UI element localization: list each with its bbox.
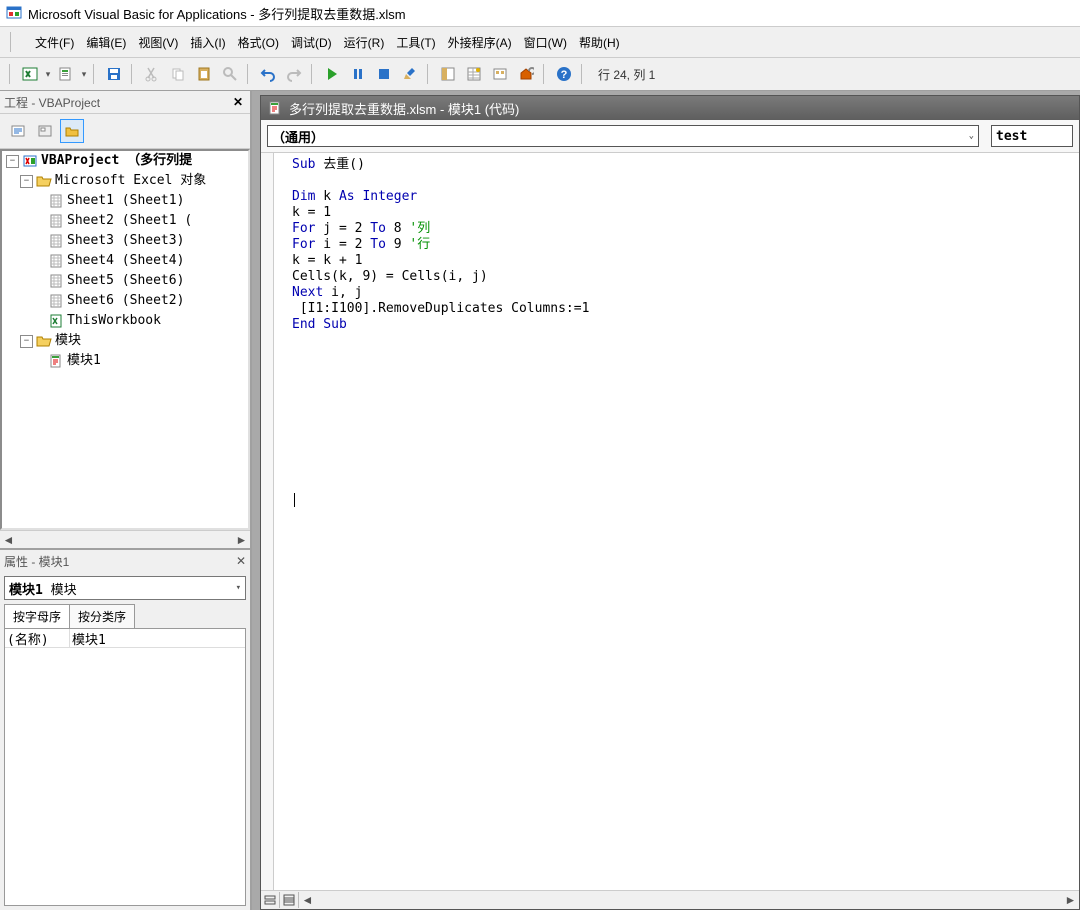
project-explorer-button[interactable] [436,62,460,86]
save-button[interactable] [102,62,126,86]
project-panel-close[interactable]: ✕ [230,94,246,110]
sheet-icon [48,293,64,309]
scroll-right-icon[interactable]: ► [1062,892,1079,908]
design-mode-button[interactable] [398,62,422,86]
folder-open-icon [36,173,52,189]
menu-debug[interactable]: 调试(D) [287,32,336,53]
menu-insert[interactable]: 插入(I) [186,32,229,53]
workbook-icon [48,313,64,329]
insert-module-button[interactable] [54,62,78,86]
titlebar: Microsoft Visual Basic for Applications … [0,0,1080,27]
cut-button[interactable] [140,62,164,86]
margin-indicator-bar[interactable] [261,153,274,890]
redo-button[interactable] [282,62,306,86]
left-dock: 工程 - VBAProject ✕ −VBAProject （多行列提 −Mic… [0,91,252,910]
module-icon [48,353,64,369]
sheet-icon [48,213,64,229]
menu-addins[interactable]: 外接程序(A) [444,32,516,53]
toolbar: ▾ ▾ ? 行 24, 列 1 [0,58,1080,91]
properties-object-combo[interactable]: 模块1 模块 ▾ [4,576,246,600]
module1-node[interactable]: 模块1 [67,351,101,371]
excel-objects-node[interactable]: Microsoft Excel 对象 [55,171,206,191]
expander-icon[interactable]: − [6,155,19,168]
view-object-button[interactable] [33,119,57,143]
sheet-node[interactable]: Sheet6 (Sheet2) [67,291,184,311]
project-panel-title: 工程 - VBAProject ✕ [0,91,250,114]
menu-view[interactable]: 视图(V) [134,32,182,53]
thisworkbook-node[interactable]: ThisWorkbook [67,311,161,331]
sheet-icon [48,193,64,209]
view-code-button[interactable] [6,119,30,143]
modules-folder-node[interactable]: 模块 [55,331,81,351]
menu-run[interactable]: 运行(R) [340,32,389,53]
menubar: 文件(F) 编辑(E) 视图(V) 插入(I) 格式(O) 调试(D) 运行(R… [0,27,1080,58]
properties-grid[interactable]: (名称) 模块1 [4,628,246,906]
menu-tools[interactable]: 工具(T) [392,32,439,53]
sheet-node[interactable]: Sheet1 (Sheet1) [67,191,184,211]
toggle-folders-button[interactable] [60,119,84,143]
project-hscroll[interactable]: ◄ ► [0,530,250,548]
sheet-node[interactable]: Sheet5 (Sheet6) [67,271,184,291]
run-button[interactable] [320,62,344,86]
object-browser-button[interactable] [488,62,512,86]
paste-button[interactable] [192,62,216,86]
scroll-left-icon[interactable]: ◄ [0,532,17,547]
sheet-icon [48,253,64,269]
cursor-position-status: 行 24, 列 1 [598,66,655,83]
copy-button[interactable] [166,62,190,86]
full-module-view-button[interactable] [280,892,299,908]
expander-icon[interactable]: − [20,175,33,188]
project-tree[interactable]: −VBAProject （多行列提 −Microsoft Excel 对象 Sh… [0,149,250,530]
chevron-down-icon: ⌄ [969,131,974,141]
procedure-view-button[interactable] [261,892,280,908]
expander-icon[interactable]: − [20,335,33,348]
menu-file[interactable]: 文件(F) [31,32,78,53]
tab-categorized[interactable]: 按分类序 [69,604,135,628]
sheet-node[interactable]: Sheet4 (Sheet4) [67,251,184,271]
vbaproject-icon [22,153,38,169]
properties-panel-title: 属性 - 模块1 ✕ [0,550,250,572]
code-editor[interactable]: Sub 去重() Dim k As Integer k = 1 For j = … [274,153,1079,890]
undo-button[interactable] [256,62,280,86]
property-row[interactable]: (名称) 模块1 [5,629,245,648]
menu-window[interactable]: 窗口(W) [520,32,571,53]
mdi-area: 多行列提取去重数据.xlsm - 模块1 (代码) （通用） ⌄ test [252,91,1080,910]
code-window: 多行列提取去重数据.xlsm - 模块1 (代码) （通用） ⌄ test [260,95,1080,910]
vba-app-icon [6,5,22,21]
scroll-right-icon[interactable]: ► [233,532,250,547]
scroll-left-icon[interactable]: ◄ [299,892,316,908]
project-root-node[interactable]: VBAProject （多行列提 [41,151,192,171]
sheet-node[interactable]: Sheet3 (Sheet3) [67,231,184,251]
insert-module-dropdown[interactable]: ▾ [80,69,88,80]
object-combo[interactable]: （通用） ⌄ [267,125,979,147]
chevron-down-icon: ▾ [236,583,241,593]
help-button[interactable]: ? [552,62,576,86]
app-title: Microsoft Visual Basic for Applications … [28,4,406,23]
properties-button[interactable] [462,62,486,86]
pause-button[interactable] [346,62,370,86]
property-value[interactable]: 模块1 [70,629,245,647]
toolbox-button[interactable] [514,62,538,86]
procedure-combo[interactable]: test [991,125,1073,147]
stop-button[interactable] [372,62,396,86]
menu-help[interactable]: 帮助(H) [575,32,624,53]
sheet-node[interactable]: Sheet2 (Sheet1 ( [67,211,192,231]
code-window-titlebar[interactable]: 多行列提取去重数据.xlsm - 模块1 (代码) [261,96,1079,120]
module-icon [267,100,283,116]
menu-format[interactable]: 格式(O) [234,32,283,53]
folder-open-icon [36,333,52,349]
menu-edit[interactable]: 编辑(E) [82,32,130,53]
sheet-icon [48,273,64,289]
svg-text:?: ? [561,69,568,81]
view-excel-dropdown[interactable]: ▾ [44,69,52,80]
project-toolbar [0,114,250,149]
property-name: (名称) [5,629,70,647]
view-excel-button[interactable] [18,62,42,86]
tab-alphabetic[interactable]: 按字母序 [4,604,70,628]
properties-panel-close[interactable]: ✕ [236,554,246,568]
find-button[interactable] [218,62,242,86]
code-hscroll[interactable]: ◄ ► [261,890,1079,909]
sheet-icon [48,233,64,249]
